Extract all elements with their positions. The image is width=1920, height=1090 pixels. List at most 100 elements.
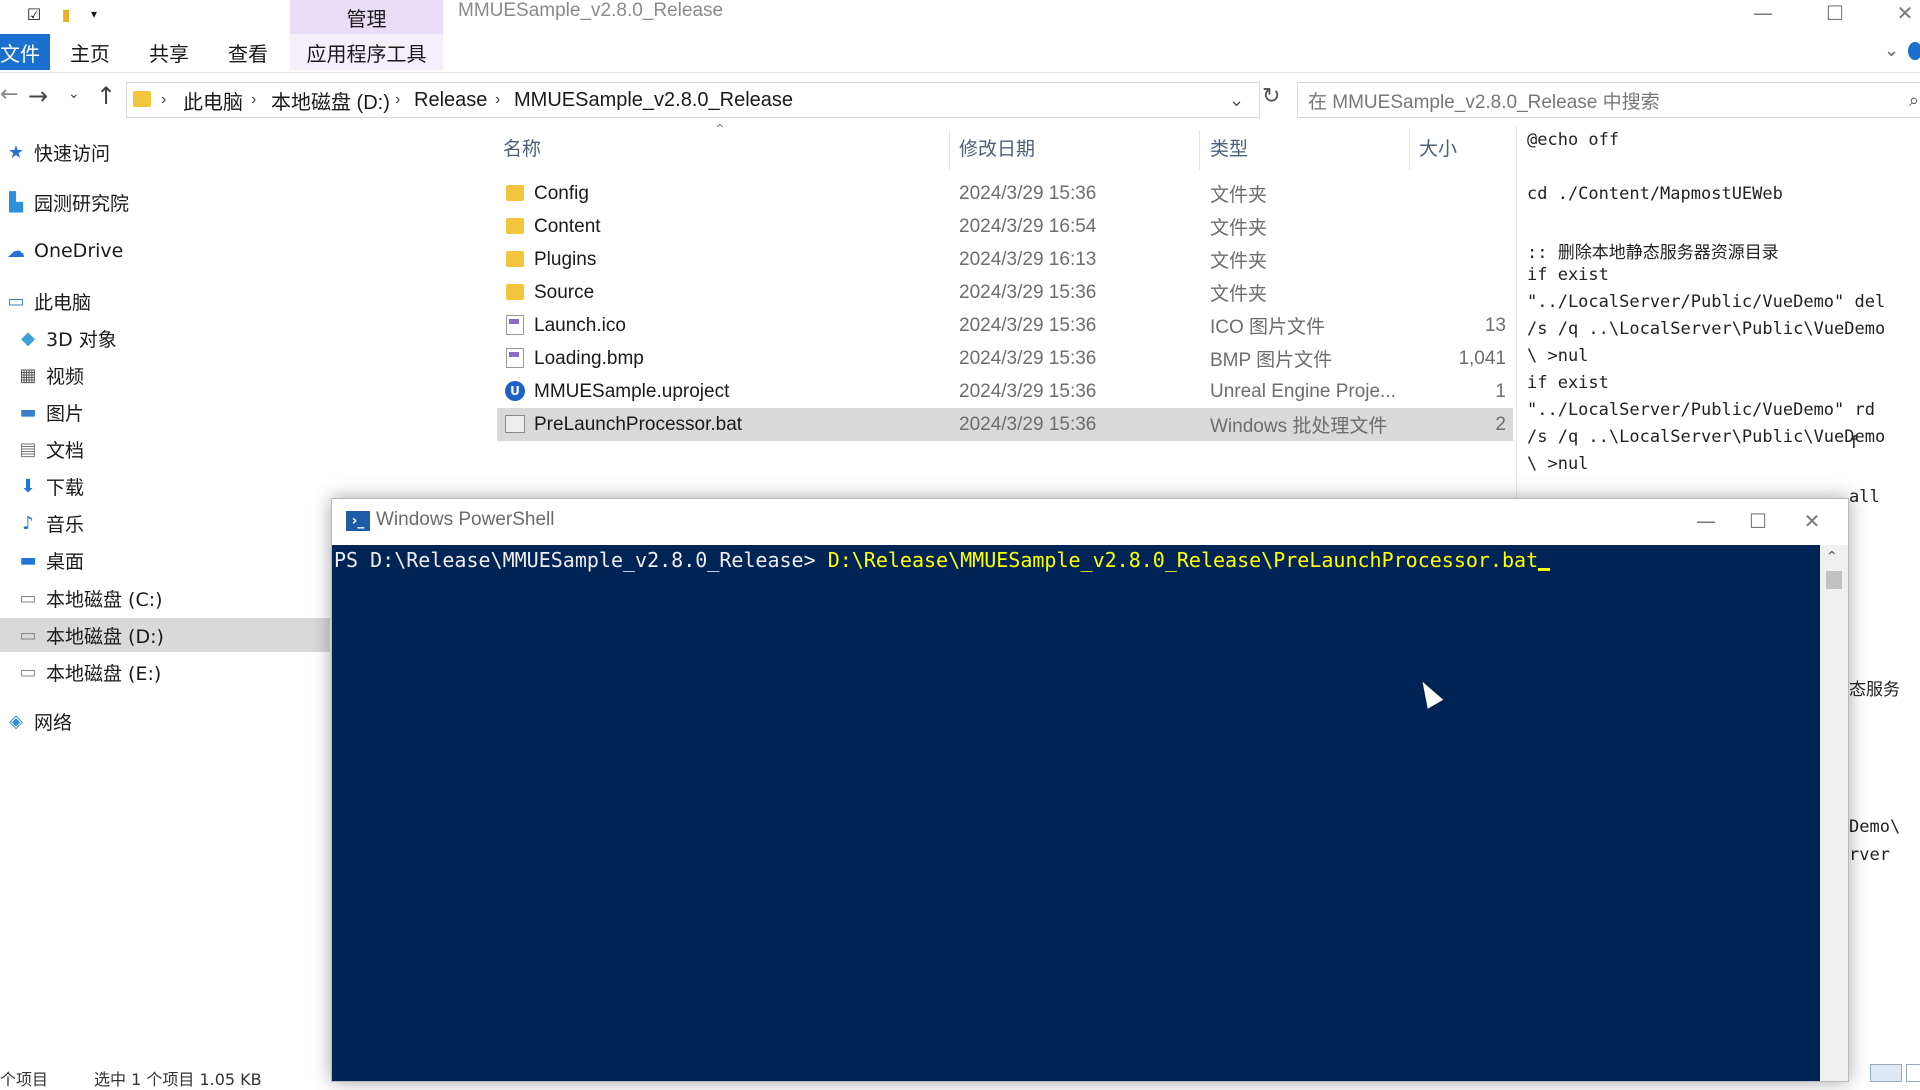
- new-folder-icon[interactable]: ▮: [56, 4, 76, 24]
- forward-icon[interactable]: →: [28, 82, 48, 110]
- column-header-date[interactable]: 修改日期: [959, 132, 1035, 162]
- sidebar-item[interactable]: ♪ 音乐: [0, 506, 330, 540]
- tab-share[interactable]: 共享: [149, 34, 189, 70]
- file-row[interactable]: Content 2024/3/29 16:54 文件夹: [497, 210, 1513, 243]
- breadcrumb-separator-icon[interactable]: ›: [495, 83, 500, 117]
- sidebar-item[interactable]: ▭ 本地磁盘 (D:): [0, 618, 330, 652]
- sidebar-item[interactable]: ▬ 桌面: [0, 543, 330, 577]
- tab-manage[interactable]: 管理: [290, 0, 443, 34]
- file-name: Plugins: [534, 248, 597, 270]
- refresh-icon[interactable]: ↻: [1262, 84, 1280, 109]
- explorer-title-bar: ☑ ▮ ▾ 管理 MMUESample_v2.8.0_Release — ☐ ✕: [0, 0, 1920, 38]
- sidebar-item[interactable]: ▦ 视频: [0, 358, 330, 392]
- column-divider[interactable]: [1409, 130, 1410, 170]
- sort-ascending-icon: ⌃: [714, 122, 726, 138]
- powershell-maximize-button[interactable]: ☐: [1738, 507, 1778, 535]
- file-row[interactable]: Source 2024/3/29 15:36 文件夹: [497, 276, 1513, 309]
- file-type: BMP 图片文件: [1210, 350, 1333, 371]
- sidebar-item[interactable]: ▬ 图片: [0, 395, 330, 429]
- file-size: 1: [1495, 380, 1506, 402]
- sidebar-item-label: 本地磁盘 (E:): [46, 662, 162, 685]
- sidebar-item[interactable]: ★ 快速访问: [0, 135, 330, 169]
- sidebar-item[interactable]: ▤ 文档: [0, 432, 330, 466]
- file-row[interactable]: Plugins 2024/3/29 16:13 文件夹: [497, 243, 1513, 276]
- file-name: Loading.bmp: [534, 347, 644, 369]
- breadcrumb-this-pc[interactable]: 此电脑: [183, 83, 243, 117]
- console-input-line[interactable]: PS D:\Release\MMUESample_v2.8.0_Release>…: [334, 545, 1551, 575]
- customize-quick-access-icon[interactable]: ▾: [84, 4, 104, 24]
- sidebar-item-label: 音乐: [46, 513, 85, 536]
- tab-home[interactable]: 主页: [70, 34, 110, 70]
- maximize-button[interactable]: ☐: [1810, 0, 1860, 26]
- powershell-title-bar[interactable]: ›_ Windows PowerShell — ☐ ✕: [332, 499, 1848, 545]
- powershell-close-button[interactable]: ✕: [1792, 507, 1832, 535]
- sidebar-item[interactable]: ☁ OneDrive: [0, 234, 330, 268]
- folder-icon: [505, 249, 525, 269]
- file-modified-date: 2024/3/29 15:36: [959, 314, 1097, 336]
- file-row[interactable]: Launch.ico 2024/3/29 15:36 ICO 图片文件 13: [497, 309, 1513, 342]
- console-command[interactable]: D:\Release\MMUESample_v2.8.0_Release\Pre…: [828, 548, 1538, 572]
- column-divider[interactable]: [949, 130, 950, 170]
- column-header-type[interactable]: 类型: [1210, 132, 1248, 162]
- up-icon[interactable]: ↑: [96, 82, 116, 110]
- tab-file[interactable]: 文件: [0, 34, 50, 70]
- recent-locations-icon[interactable]: ⌄: [68, 86, 80, 102]
- breadcrumb-release[interactable]: Release: [414, 83, 487, 117]
- powershell-scrollbar[interactable]: ⌃: [1820, 545, 1848, 1081]
- address-dropdown-icon[interactable]: ⌄: [1229, 83, 1244, 117]
- sidebar-item[interactable]: ▭ 本地磁盘 (C:): [0, 581, 330, 615]
- text-cursor: [1538, 568, 1551, 571]
- file-name: MMUESample.uproject: [534, 380, 730, 402]
- preview-line: @echo off: [1527, 130, 1620, 150]
- scrollbar-thumb[interactable]: [1826, 571, 1842, 589]
- tab-view[interactable]: 查看: [228, 34, 268, 70]
- scroll-up-icon[interactable]: ⌃: [1826, 549, 1838, 565]
- breadcrumb-separator-icon[interactable]: ›: [395, 83, 400, 117]
- status-selection: 选中 1 个项目 1.05 KB: [94, 1070, 262, 1089]
- expand-ribbon-icon[interactable]: ⌄: [1884, 40, 1899, 61]
- column-header-name[interactable]: 名称: [503, 132, 541, 162]
- file-row[interactable]: U MMUESample.uproject 2024/3/29 15:36 Unrea…: [497, 375, 1513, 408]
- desktop-icon: ▬: [19, 549, 37, 571]
- sidebar-item-label: 本地磁盘 (D:): [46, 625, 164, 648]
- breadcrumb-separator-icon[interactable]: ›: [161, 83, 166, 117]
- help-icon[interactable]: [1908, 42, 1920, 60]
- minimize-button[interactable]: —: [1738, 0, 1788, 26]
- breadcrumb-drive-d[interactable]: 本地磁盘 (D:): [271, 83, 390, 117]
- powershell-console[interactable]: PS D:\Release\MMUESample_v2.8.0_Release>…: [332, 545, 1820, 1081]
- powershell-minimize-button[interactable]: —: [1686, 507, 1726, 535]
- large-icons-view-icon[interactable]: [1906, 1064, 1920, 1082]
- preview-line: rver: [1849, 845, 1890, 865]
- column-header-size[interactable]: 大小: [1419, 132, 1457, 162]
- preview-line: all: [1849, 487, 1880, 507]
- file-modified-date: 2024/3/29 15:36: [959, 281, 1097, 303]
- search-icon[interactable]: ⌕: [1909, 90, 1919, 111]
- sidebar-item[interactable]: ▙ 园测研究院: [0, 185, 330, 219]
- close-button[interactable]: ✕: [1880, 0, 1920, 26]
- file-row[interactable]: PreLaunchProcessor.bat 2024/3/29 15:36 Win…: [497, 408, 1513, 441]
- file-row[interactable]: Loading.bmp 2024/3/29 15:36 BMP 图片文件 1,041: [497, 342, 1513, 375]
- tab-application-tools[interactable]: 应用程序工具: [290, 34, 443, 70]
- powershell-window[interactable]: ›_ Windows PowerShell — ☐ ✕ PS D:\Releas…: [331, 498, 1849, 1082]
- back-icon[interactable]: ←: [0, 82, 18, 107]
- sidebar-item[interactable]: ▭ 本地磁盘 (E:): [0, 655, 330, 689]
- sidebar-item[interactable]: ⬇ 下载: [0, 469, 330, 503]
- breadcrumb-current-folder[interactable]: MMUESample_v2.8.0_Release: [514, 83, 793, 117]
- sidebar-item[interactable]: ▭ 此电脑: [0, 284, 330, 318]
- breadcrumb-separator-icon[interactable]: ›: [251, 83, 256, 117]
- column-divider[interactable]: [1199, 130, 1200, 170]
- file-modified-date: 2024/3/29 16:13: [959, 248, 1097, 270]
- search-input[interactable]: 在 MMUESample_v2.8.0_Release 中搜索 ⌕: [1297, 82, 1920, 118]
- file-size: 1,041: [1458, 347, 1506, 369]
- sidebar-item[interactable]: ◆ 3D 对象: [0, 321, 330, 355]
- sidebar-item-label: 快速访问: [34, 142, 111, 165]
- computer-icon: ▭: [7, 290, 25, 312]
- preview-line: if exist: [1527, 265, 1609, 285]
- address-bar[interactable]: › 此电脑 › 本地磁盘 (D:) › Release › MMUESample…: [126, 82, 1260, 118]
- properties-icon[interactable]: ☑: [24, 4, 44, 24]
- sidebar-item[interactable]: ◈ 网络: [0, 704, 330, 738]
- details-view-icon[interactable]: [1870, 1064, 1902, 1082]
- file-row[interactable]: Config 2024/3/29 15:36 文件夹: [497, 177, 1513, 210]
- preview-line: /s /q ..\LocalServer\Public\VueDemo: [1527, 427, 1886, 447]
- file-name: Config: [534, 182, 589, 204]
